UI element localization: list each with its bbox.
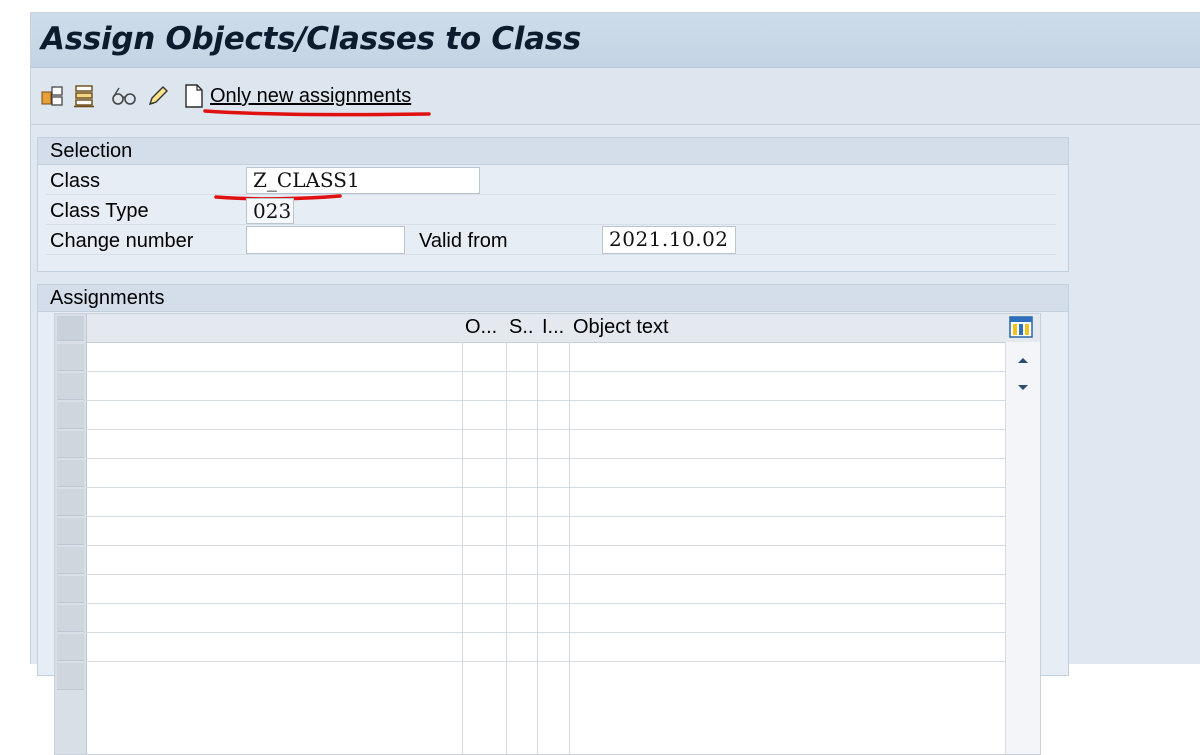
row-selector[interactable]	[57, 605, 84, 632]
page-title: Assign Objects/Classes to Class	[41, 21, 582, 57]
select-all-cell[interactable]	[57, 316, 84, 341]
row-selector[interactable]	[57, 576, 84, 603]
column-header-status[interactable]: S..	[509, 316, 533, 339]
table-settings-icon[interactable]	[1009, 316, 1033, 338]
row-selector[interactable]	[57, 460, 84, 487]
class-type-label: Class Type	[50, 200, 149, 222]
vertical-scrollbar[interactable]	[1005, 342, 1040, 754]
row-selector[interactable]	[57, 489, 84, 516]
row-divider	[46, 194, 1056, 195]
row-selector[interactable]	[57, 547, 84, 574]
assign-icon[interactable]	[39, 82, 65, 110]
scroll-up-icon[interactable]	[1016, 352, 1030, 370]
selection-group-header: Selection	[38, 138, 1068, 165]
column-divider	[537, 342, 538, 754]
change-number-label: Change number	[50, 230, 194, 252]
selection-group: Selection Class Z_CLASS1 Class Type 023 …	[37, 137, 1069, 272]
table-row[interactable]	[86, 458, 1005, 459]
row-selector[interactable]	[57, 634, 84, 661]
column-header-indicator[interactable]: I...	[542, 316, 564, 339]
title-bar: Assign Objects/Classes to Class	[31, 13, 1200, 68]
only-new-assignments-button[interactable]: Only new assignments	[210, 85, 411, 108]
column-divider	[506, 342, 507, 754]
column-divider	[569, 342, 570, 754]
column-header-object-text[interactable]: Object text	[573, 316, 669, 339]
row-selector[interactable]	[57, 663, 84, 690]
sap-window: Assign Objects/Classes to Class Only new…	[30, 12, 1200, 755]
assignments-table: O... S.. I... Object text	[54, 313, 1041, 755]
change-number-field[interactable]	[246, 226, 405, 254]
column-divider	[462, 342, 463, 754]
table-row[interactable]	[86, 400, 1005, 401]
assignments-group: Assignments O... S.. I... Object text	[37, 284, 1069, 755]
table-row[interactable]	[86, 603, 1005, 604]
table-row[interactable]	[86, 516, 1005, 517]
assignments-group-header: Assignments	[38, 285, 1068, 312]
valid-from-field[interactable]: 2021.10.02	[602, 226, 736, 254]
class-field[interactable]: Z_CLASS1	[246, 167, 480, 194]
table-row[interactable]	[86, 429, 1005, 430]
row-selector[interactable]	[57, 402, 84, 429]
valid-from-label: Valid from	[419, 230, 508, 252]
table-row[interactable]	[86, 632, 1005, 633]
assignments-title: Assignments	[50, 287, 165, 309]
row-selector-column	[55, 314, 87, 754]
table-row[interactable]	[86, 487, 1005, 488]
application-toolbar: Only new assignments	[31, 68, 1200, 125]
row-selector[interactable]	[57, 373, 84, 400]
class-type-field[interactable]: 023	[246, 198, 294, 224]
table-row[interactable]	[86, 371, 1005, 372]
selection-title: Selection	[50, 140, 133, 162]
scroll-down-icon[interactable]	[1016, 380, 1030, 398]
table-header: O... S.. I... Object text	[55, 314, 1040, 343]
column-header-object-type[interactable]: O...	[465, 316, 497, 339]
row-divider	[46, 224, 1056, 225]
row-divider	[46, 254, 1056, 255]
row-selector[interactable]	[57, 431, 84, 458]
table-row[interactable]	[86, 661, 1005, 662]
row-selector[interactable]	[57, 518, 84, 545]
glasses-display-icon[interactable]	[111, 82, 137, 110]
class-label: Class	[50, 170, 101, 192]
table-row[interactable]	[86, 545, 1005, 546]
row-selector[interactable]	[57, 344, 84, 371]
new-document-icon[interactable]	[181, 82, 207, 110]
hierarchy-icon[interactable]	[71, 82, 97, 110]
table-row[interactable]	[86, 574, 1005, 575]
pencil-change-icon[interactable]	[145, 82, 171, 110]
